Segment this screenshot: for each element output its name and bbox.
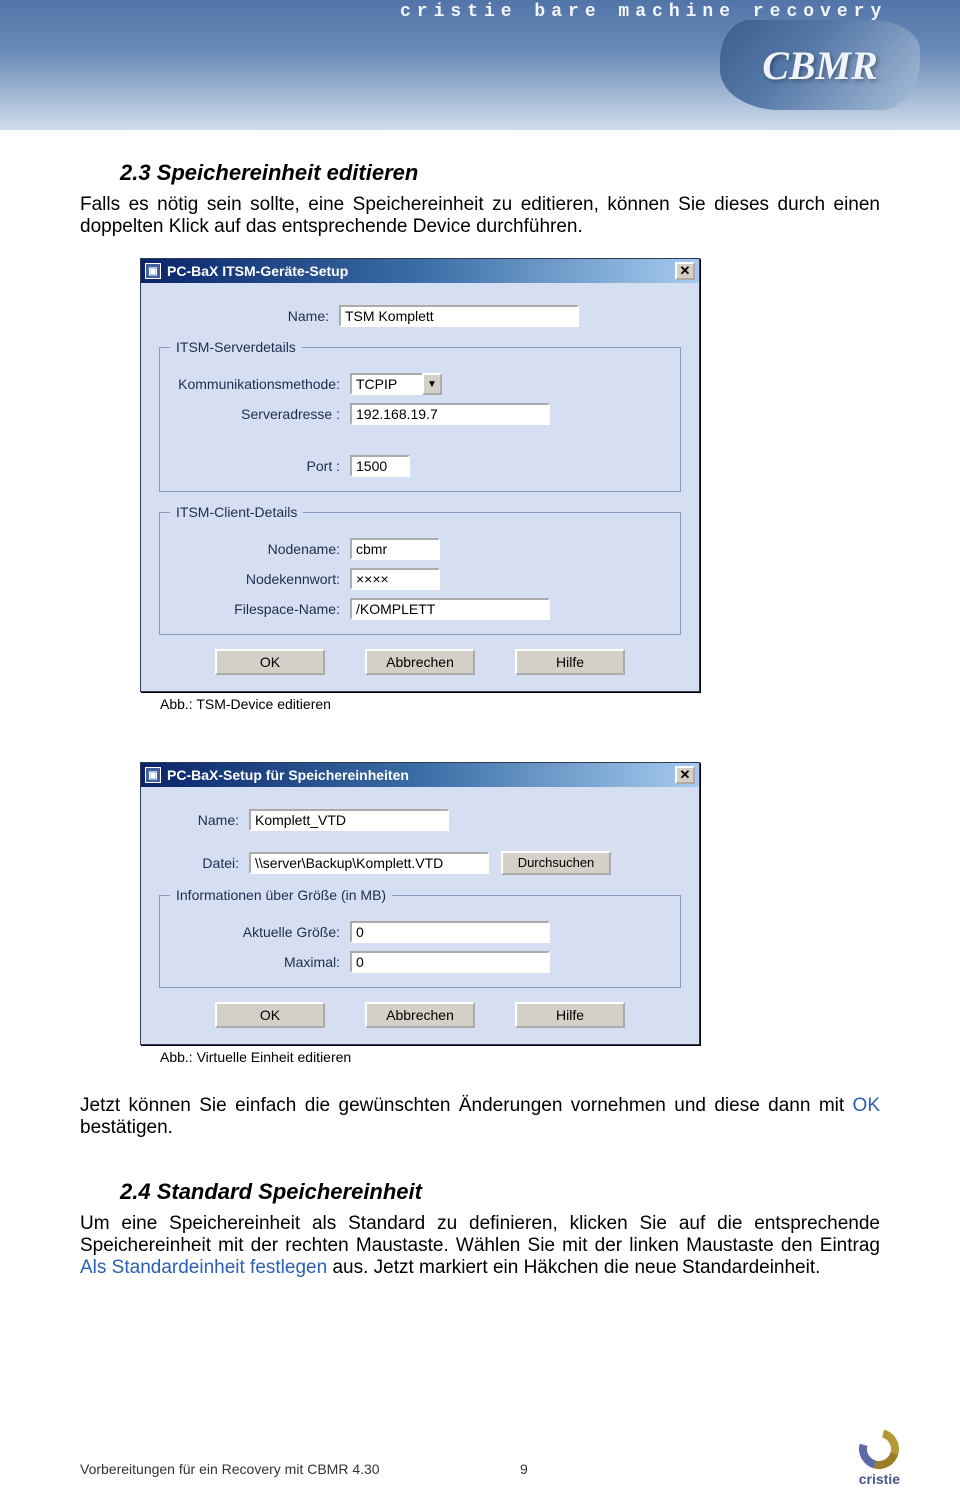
page-number: 9 <box>520 1461 528 1477</box>
name-input[interactable] <box>339 305 579 327</box>
browse-button[interactable]: Durchsuchen <box>501 851 611 875</box>
nodepassword-input[interactable] <box>350 568 440 590</box>
titlebar: ▣ PC-BaX ITSM-Geräte-Setup ✕ <box>141 259 699 283</box>
app-icon: ▣ <box>145 263 161 279</box>
nodename-input[interactable] <box>350 538 440 560</box>
size-info-fieldset: Informationen über Größe (in MB) Aktuell… <box>159 887 681 988</box>
dialog-title: PC-BaX ITSM-Geräte-Setup <box>167 263 675 279</box>
server-address-input[interactable] <box>350 403 550 425</box>
close-icon[interactable]: ✕ <box>675 262 695 280</box>
ok-keyword: OK <box>853 1095 880 1116</box>
section-2-3-para: Falls es nötig sein sollte, eine Speiche… <box>80 194 880 238</box>
footer-text: Vorbereitungen für ein Recovery mit CBMR… <box>80 1461 380 1477</box>
menu-item-keyword: Als Standardeinheit festlegen <box>80 1257 327 1278</box>
dialog-tsm-device: ▣ PC-BaX ITSM-Geräte-Setup ✕ Name: ITSM-… <box>140 258 700 692</box>
itsm-client-legend: ITSM-Client-Details <box>170 504 303 520</box>
file-label: Datei: <box>159 855 249 871</box>
itsm-server-fieldset: ITSM-Serverdetails Kommunikationsmethode… <box>159 339 681 492</box>
port-input[interactable] <box>350 455 410 477</box>
comm-method-label: Kommunikationsmethode: <box>170 376 350 392</box>
cancel-button[interactable]: Abbrechen <box>365 1002 475 1028</box>
port-label: Port : <box>170 458 350 474</box>
header-logo: CBMR <box>720 20 920 110</box>
close-icon[interactable]: ✕ <box>675 766 695 784</box>
header-tagline: cristie bare machine recovery <box>400 2 887 22</box>
section-2-4-para: Um eine Speichereinheit als Standard zu … <box>80 1213 880 1279</box>
titlebar: ▣ PC-BaX-Setup für Speichereinheiten ✕ <box>141 763 699 787</box>
server-address-label: Serveradresse : <box>170 406 350 422</box>
text: bestätigen. <box>80 1117 173 1138</box>
section-2-4-heading: 2.4 Standard Speichereinheit <box>120 1179 880 1205</box>
text: Um eine Speichereinheit als Standard zu … <box>80 1213 880 1256</box>
page-header: cristie bare machine recovery CBMR <box>0 0 960 130</box>
max-size-input[interactable] <box>350 951 550 973</box>
section-2-3-heading: 2.3 Speichereinheit editieren <box>120 160 880 186</box>
ok-button[interactable]: OK <box>215 1002 325 1028</box>
dialog-storage-unit: ▣ PC-BaX-Setup für Speichereinheiten ✕ N… <box>140 762 700 1045</box>
help-button[interactable]: Hilfe <box>515 1002 625 1028</box>
cancel-button[interactable]: Abbrechen <box>365 649 475 675</box>
text: aus. Jetzt markiert ein Häkchen die neue… <box>327 1257 820 1278</box>
cristie-logo-icon: cristie <box>859 1429 900 1487</box>
current-size-input[interactable] <box>350 921 550 943</box>
itsm-client-fieldset: ITSM-Client-Details Nodename: Nodekennwo… <box>159 504 681 635</box>
current-size-label: Aktuelle Größe: <box>170 924 350 940</box>
name-label: Name: <box>159 308 339 324</box>
app-icon: ▣ <box>145 767 161 783</box>
caption-1: Abb.: TSM-Device editieren <box>160 696 880 712</box>
brand-text: cristie <box>859 1471 900 1487</box>
chevron-down-icon[interactable]: ▼ <box>422 373 442 395</box>
text: Jetzt können Sie einfach die gewünschten… <box>80 1095 853 1116</box>
ok-button[interactable]: OK <box>215 649 325 675</box>
name-label: Name: <box>159 812 249 828</box>
comm-method-value[interactable] <box>350 373 422 395</box>
section-2-3-closing: Jetzt können Sie einfach die gewünschten… <box>80 1095 880 1139</box>
name-input[interactable] <box>249 809 449 831</box>
file-input[interactable] <box>249 852 489 874</box>
nodename-label: Nodename: <box>170 541 350 557</box>
itsm-server-legend: ITSM-Serverdetails <box>170 339 302 355</box>
caption-2: Abb.: Virtuelle Einheit editieren <box>160 1049 880 1065</box>
max-size-label: Maximal: <box>170 954 350 970</box>
help-button[interactable]: Hilfe <box>515 649 625 675</box>
dialog-title: PC-BaX-Setup für Speichereinheiten <box>167 767 675 783</box>
page-footer: Vorbereitungen für ein Recovery mit CBMR… <box>80 1461 880 1477</box>
filespace-label: Filespace-Name: <box>170 601 350 617</box>
nodepassword-label: Nodekennwort: <box>170 571 350 587</box>
size-info-legend: Informationen über Größe (in MB) <box>170 887 392 903</box>
filespace-input[interactable] <box>350 598 550 620</box>
comm-method-select[interactable]: ▼ <box>350 373 442 395</box>
